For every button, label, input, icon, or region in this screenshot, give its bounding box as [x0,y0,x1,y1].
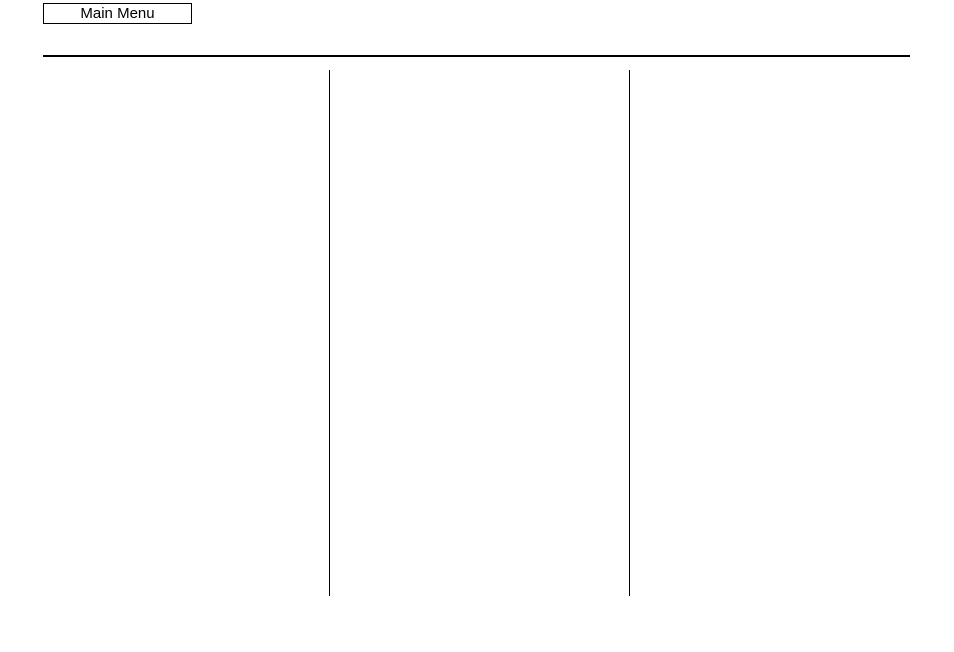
vertical-divider-right [629,70,630,596]
vertical-divider-left [329,70,330,596]
main-menu-label: Main Menu [80,5,154,22]
horizontal-divider [43,55,910,57]
main-menu-button[interactable]: Main Menu [43,3,192,24]
